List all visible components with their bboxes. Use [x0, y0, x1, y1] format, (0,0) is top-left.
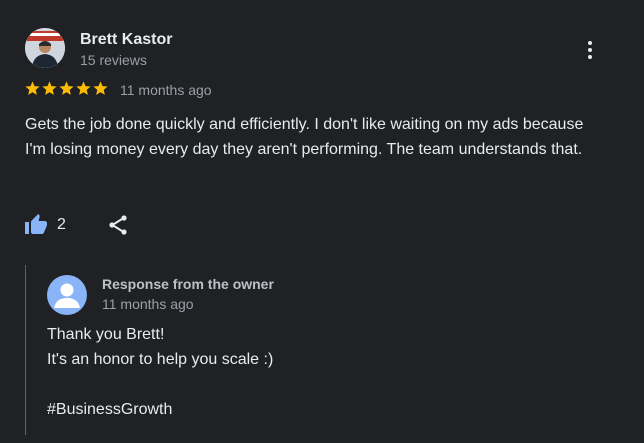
star-icon: [25, 81, 40, 95]
star-icon: [93, 81, 108, 95]
review-count: 15 reviews: [80, 52, 147, 68]
owner-response: Response from the owner 11 months ago Th…: [25, 265, 616, 435]
owner-response-hashtag: #BusinessGrowth: [47, 401, 173, 418]
reviewer-photo: [25, 28, 65, 68]
star-icon: [59, 81, 74, 95]
person-icon: [54, 283, 80, 308]
share-icon: [109, 215, 127, 235]
reviewer-name[interactable]: Brett Kastor: [80, 31, 172, 49]
owner-response-line: It's an honor to help you scale :): [47, 351, 274, 368]
review-date: 11 months ago: [120, 82, 212, 98]
star-icon: [76, 81, 91, 95]
owner-response-title: Response from the owner: [102, 276, 274, 292]
star-icon: [42, 81, 57, 95]
star-rating: [24, 80, 109, 97]
review-text: Gets the job done quickly and efficientl…: [25, 116, 584, 158]
owner-response-date: 11 months ago: [102, 296, 194, 312]
thumb-up-icon: [25, 214, 47, 234]
review-card: Brett Kastor 15 reviews 11 months ago Ge…: [0, 0, 644, 443]
more-options-button[interactable]: [578, 36, 602, 64]
like-count: 2: [57, 216, 66, 233]
reviewer-avatar[interactable]: [25, 28, 65, 68]
more-vert-icon: [588, 41, 592, 59]
owner-response-line: Thank you Brett!: [47, 326, 165, 343]
share-button[interactable]: [106, 212, 130, 238]
like-button[interactable]: 2: [23, 212, 83, 238]
owner-avatar: [47, 275, 87, 315]
